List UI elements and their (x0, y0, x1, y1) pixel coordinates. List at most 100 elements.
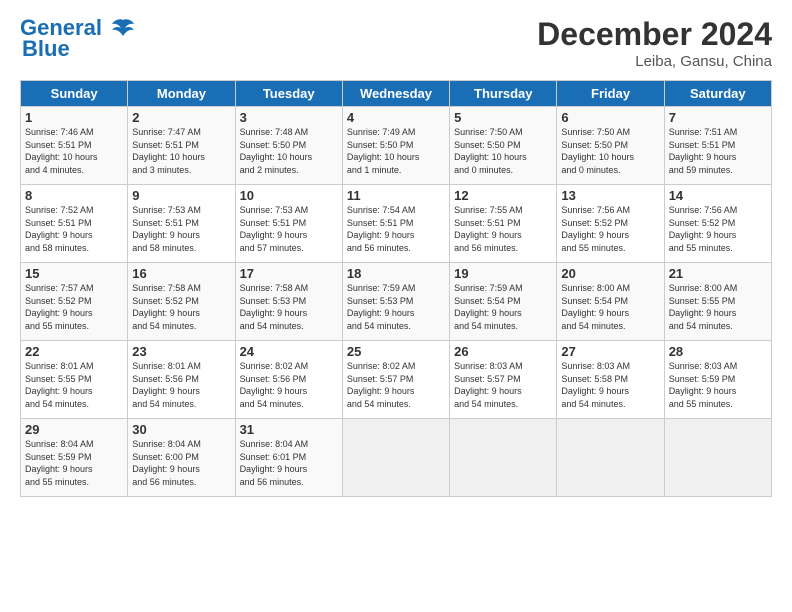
day-info: Sunrise: 7:59 AM Sunset: 5:53 PM Dayligh… (347, 282, 445, 332)
table-row: 1Sunrise: 7:46 AM Sunset: 5:51 PM Daylig… (21, 107, 128, 185)
day-info: Sunrise: 7:53 AM Sunset: 5:51 PM Dayligh… (132, 204, 230, 254)
header-row: Sunday Monday Tuesday Wednesday Thursday… (21, 81, 772, 107)
day-number: 12 (454, 188, 552, 203)
day-number: 25 (347, 344, 445, 359)
logo: General Blue (20, 16, 136, 62)
table-row: 2Sunrise: 7:47 AM Sunset: 5:51 PM Daylig… (128, 107, 235, 185)
table-row: 19Sunrise: 7:59 AM Sunset: 5:54 PM Dayli… (450, 263, 557, 341)
table-row: 14Sunrise: 7:56 AM Sunset: 5:52 PM Dayli… (664, 185, 771, 263)
table-row: 23Sunrise: 8:01 AM Sunset: 5:56 PM Dayli… (128, 341, 235, 419)
day-info: Sunrise: 8:04 AM Sunset: 6:00 PM Dayligh… (132, 438, 230, 488)
day-info: Sunrise: 7:50 AM Sunset: 5:50 PM Dayligh… (561, 126, 659, 176)
table-row: 30Sunrise: 8:04 AM Sunset: 6:00 PM Dayli… (128, 419, 235, 497)
day-number: 23 (132, 344, 230, 359)
day-info: Sunrise: 7:47 AM Sunset: 5:51 PM Dayligh… (132, 126, 230, 176)
day-number: 15 (25, 266, 123, 281)
day-info: Sunrise: 7:48 AM Sunset: 5:50 PM Dayligh… (240, 126, 338, 176)
calendar-week-row: 1Sunrise: 7:46 AM Sunset: 5:51 PM Daylig… (21, 107, 772, 185)
day-number: 5 (454, 110, 552, 125)
calendar-week-row: 8Sunrise: 7:52 AM Sunset: 5:51 PM Daylig… (21, 185, 772, 263)
day-number: 3 (240, 110, 338, 125)
table-row: 21Sunrise: 8:00 AM Sunset: 5:55 PM Dayli… (664, 263, 771, 341)
day-number: 24 (240, 344, 338, 359)
day-info: Sunrise: 7:52 AM Sunset: 5:51 PM Dayligh… (25, 204, 123, 254)
day-info: Sunrise: 8:01 AM Sunset: 5:56 PM Dayligh… (132, 360, 230, 410)
day-info: Sunrise: 7:59 AM Sunset: 5:54 PM Dayligh… (454, 282, 552, 332)
day-info: Sunrise: 8:03 AM Sunset: 5:57 PM Dayligh… (454, 360, 552, 410)
day-number: 31 (240, 422, 338, 437)
table-row: 20Sunrise: 8:00 AM Sunset: 5:54 PM Dayli… (557, 263, 664, 341)
table-row: 16Sunrise: 7:58 AM Sunset: 5:52 PM Dayli… (128, 263, 235, 341)
day-number: 22 (25, 344, 123, 359)
day-number: 28 (669, 344, 767, 359)
day-number: 30 (132, 422, 230, 437)
day-info: Sunrise: 8:00 AM Sunset: 5:54 PM Dayligh… (561, 282, 659, 332)
day-number: 7 (669, 110, 767, 125)
col-friday: Friday (557, 81, 664, 107)
day-info: Sunrise: 8:04 AM Sunset: 6:01 PM Dayligh… (240, 438, 338, 488)
table-row: 7Sunrise: 7:51 AM Sunset: 5:51 PM Daylig… (664, 107, 771, 185)
day-number: 29 (25, 422, 123, 437)
table-row: 13Sunrise: 7:56 AM Sunset: 5:52 PM Dayli… (557, 185, 664, 263)
logo-bird-icon (110, 18, 136, 40)
table-row: 11Sunrise: 7:54 AM Sunset: 5:51 PM Dayli… (342, 185, 449, 263)
table-row: 18Sunrise: 7:59 AM Sunset: 5:53 PM Dayli… (342, 263, 449, 341)
table-row: 24Sunrise: 8:02 AM Sunset: 5:56 PM Dayli… (235, 341, 342, 419)
table-row: 3Sunrise: 7:48 AM Sunset: 5:50 PM Daylig… (235, 107, 342, 185)
table-row: 22Sunrise: 8:01 AM Sunset: 5:55 PM Dayli… (21, 341, 128, 419)
col-saturday: Saturday (664, 81, 771, 107)
col-monday: Monday (128, 81, 235, 107)
table-row: 12Sunrise: 7:55 AM Sunset: 5:51 PM Dayli… (450, 185, 557, 263)
day-number: 27 (561, 344, 659, 359)
title-block: December 2024 Leiba, Gansu, China (537, 16, 772, 70)
day-info: Sunrise: 8:04 AM Sunset: 5:59 PM Dayligh… (25, 438, 123, 488)
page-container: General Blue December 2024 Leiba, Gansu,… (0, 0, 792, 507)
subtitle: Leiba, Gansu, China (537, 53, 772, 70)
table-row: 25Sunrise: 8:02 AM Sunset: 5:57 PM Dayli… (342, 341, 449, 419)
table-row (342, 419, 449, 497)
day-number: 10 (240, 188, 338, 203)
day-number: 8 (25, 188, 123, 203)
day-number: 1 (25, 110, 123, 125)
col-tuesday: Tuesday (235, 81, 342, 107)
day-info: Sunrise: 8:02 AM Sunset: 5:56 PM Dayligh… (240, 360, 338, 410)
day-info: Sunrise: 7:58 AM Sunset: 5:53 PM Dayligh… (240, 282, 338, 332)
day-number: 9 (132, 188, 230, 203)
day-number: 14 (669, 188, 767, 203)
calendar-week-row: 29Sunrise: 8:04 AM Sunset: 5:59 PM Dayli… (21, 419, 772, 497)
day-info: Sunrise: 8:00 AM Sunset: 5:55 PM Dayligh… (669, 282, 767, 332)
day-number: 6 (561, 110, 659, 125)
table-row: 9Sunrise: 7:53 AM Sunset: 5:51 PM Daylig… (128, 185, 235, 263)
day-info: Sunrise: 7:49 AM Sunset: 5:50 PM Dayligh… (347, 126, 445, 176)
main-title: December 2024 (537, 16, 772, 53)
day-info: Sunrise: 7:54 AM Sunset: 5:51 PM Dayligh… (347, 204, 445, 254)
day-number: 13 (561, 188, 659, 203)
day-info: Sunrise: 7:51 AM Sunset: 5:51 PM Dayligh… (669, 126, 767, 176)
calendar-table: Sunday Monday Tuesday Wednesday Thursday… (20, 80, 772, 497)
calendar-body: 1Sunrise: 7:46 AM Sunset: 5:51 PM Daylig… (21, 107, 772, 497)
table-row: 6Sunrise: 7:50 AM Sunset: 5:50 PM Daylig… (557, 107, 664, 185)
header: General Blue December 2024 Leiba, Gansu,… (20, 16, 772, 70)
day-number: 16 (132, 266, 230, 281)
table-row: 29Sunrise: 8:04 AM Sunset: 5:59 PM Dayli… (21, 419, 128, 497)
day-info: Sunrise: 8:01 AM Sunset: 5:55 PM Dayligh… (25, 360, 123, 410)
table-row: 5Sunrise: 7:50 AM Sunset: 5:50 PM Daylig… (450, 107, 557, 185)
day-number: 26 (454, 344, 552, 359)
day-info: Sunrise: 7:50 AM Sunset: 5:50 PM Dayligh… (454, 126, 552, 176)
day-info: Sunrise: 7:53 AM Sunset: 5:51 PM Dayligh… (240, 204, 338, 254)
day-info: Sunrise: 7:58 AM Sunset: 5:52 PM Dayligh… (132, 282, 230, 332)
table-row: 28Sunrise: 8:03 AM Sunset: 5:59 PM Dayli… (664, 341, 771, 419)
calendar-week-row: 22Sunrise: 8:01 AM Sunset: 5:55 PM Dayli… (21, 341, 772, 419)
day-info: Sunrise: 7:46 AM Sunset: 5:51 PM Dayligh… (25, 126, 123, 176)
table-row: 4Sunrise: 7:49 AM Sunset: 5:50 PM Daylig… (342, 107, 449, 185)
day-number: 19 (454, 266, 552, 281)
day-info: Sunrise: 7:55 AM Sunset: 5:51 PM Dayligh… (454, 204, 552, 254)
table-row: 27Sunrise: 8:03 AM Sunset: 5:58 PM Dayli… (557, 341, 664, 419)
day-info: Sunrise: 7:56 AM Sunset: 5:52 PM Dayligh… (561, 204, 659, 254)
day-number: 11 (347, 188, 445, 203)
table-row: 8Sunrise: 7:52 AM Sunset: 5:51 PM Daylig… (21, 185, 128, 263)
table-row: 15Sunrise: 7:57 AM Sunset: 5:52 PM Dayli… (21, 263, 128, 341)
table-row (557, 419, 664, 497)
calendar-week-row: 15Sunrise: 7:57 AM Sunset: 5:52 PM Dayli… (21, 263, 772, 341)
table-row: 31Sunrise: 8:04 AM Sunset: 6:01 PM Dayli… (235, 419, 342, 497)
